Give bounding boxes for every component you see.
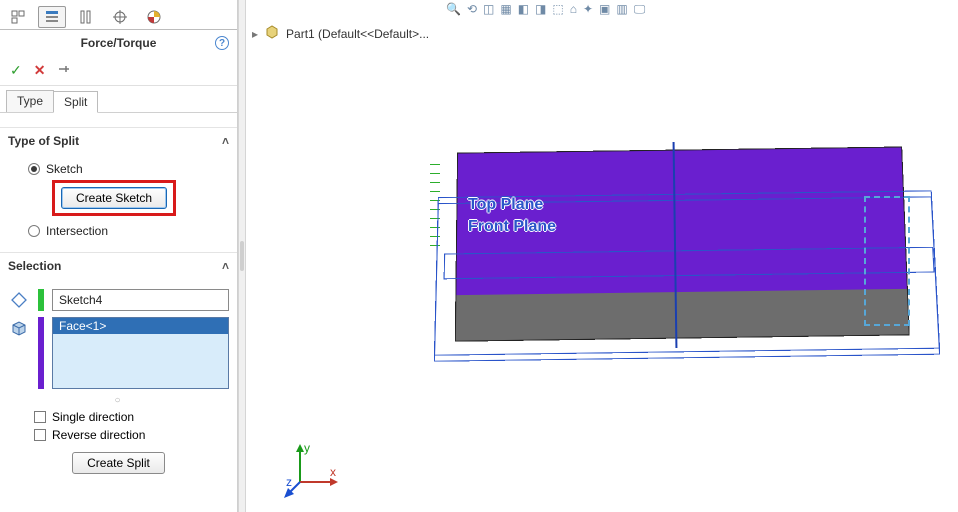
- view-tool-icon[interactable]: ▦: [500, 2, 511, 16]
- type-of-split-body: Sketch Create Sketch Intersection: [0, 154, 237, 252]
- breadcrumb-text[interactable]: Part1 (Default<<Default>...: [286, 27, 429, 41]
- part-icon: [264, 24, 280, 43]
- radio-intersection-label: Intersection: [46, 224, 108, 238]
- sketch-selection-input[interactable]: [52, 289, 229, 311]
- selection-dashed-box[interactable]: [864, 196, 910, 326]
- graphics-viewport[interactable]: 🔍 ⟲ ◫ ▦ ◧ ◨ ⬚ ⌂ ✦ ▣ ▥ 🖵 ▸ Part1 (Default…: [246, 0, 958, 512]
- appearance-icon[interactable]: [140, 6, 168, 28]
- pin-button[interactable]: [57, 62, 71, 79]
- view-tool-icon[interactable]: ⬚: [552, 2, 563, 16]
- face-selection-row: Face<1>: [8, 317, 229, 389]
- type-of-split-header[interactable]: Type of Split ˄: [0, 127, 237, 154]
- single-direction-row[interactable]: Single direction: [34, 410, 229, 424]
- view-tool-icon[interactable]: ◫: [483, 2, 494, 16]
- view-tool-icon[interactable]: 🔍: [446, 2, 461, 16]
- confirm-row: ✓ ✕: [0, 56, 237, 86]
- face-selection-list[interactable]: Face<1>: [52, 317, 229, 389]
- single-direction-label: Single direction: [52, 410, 134, 424]
- reverse-direction-row[interactable]: Reverse direction: [34, 428, 229, 442]
- view-tool-icon[interactable]: ⟲: [467, 2, 477, 16]
- face-list-item[interactable]: Face<1>: [53, 318, 228, 334]
- property-manager-icon[interactable]: [38, 6, 66, 28]
- sub-tab-row: Type Split: [0, 86, 237, 113]
- ok-button[interactable]: ✓: [10, 62, 22, 79]
- model-view[interactable]: Top Plane Front Plane: [436, 140, 926, 360]
- property-panel: Force/Torque ? ✓ ✕ Type Split Type of Sp…: [0, 0, 238, 512]
- help-button[interactable]: ?: [215, 36, 229, 50]
- top-plane-label[interactable]: Top Plane: [468, 196, 543, 214]
- triad-x-label: x: [330, 465, 336, 479]
- triad-y-label: y: [304, 441, 310, 455]
- panel-title-bar: Force/Torque ?: [0, 30, 237, 56]
- view-tool-icon[interactable]: ✦: [583, 2, 593, 16]
- tab-type[interactable]: Type: [6, 90, 54, 112]
- resize-grip-icon[interactable]: ○: [8, 395, 229, 406]
- selection-body: Face<1> ○ Single direction Reverse direc…: [0, 279, 237, 490]
- front-plane-label[interactable]: Front Plane: [468, 218, 556, 236]
- type-of-split-label: Type of Split: [8, 134, 79, 148]
- sketch-selection-row: [8, 289, 229, 311]
- cancel-button[interactable]: ✕: [34, 62, 46, 79]
- configuration-manager-icon[interactable]: [72, 6, 100, 28]
- view-tool-icon[interactable]: ▥: [616, 2, 627, 16]
- selection-header[interactable]: Selection ˄: [0, 252, 237, 279]
- face-color-bar: [38, 317, 44, 389]
- view-tool-icon[interactable]: ◧: [518, 2, 529, 16]
- view-tool-icon[interactable]: ◨: [535, 2, 546, 16]
- radio-sketch-label: Sketch: [46, 162, 83, 176]
- panel-splitter[interactable]: [238, 0, 246, 512]
- create-sketch-highlight: Create Sketch: [52, 180, 176, 216]
- panel-title: Force/Torque: [81, 36, 157, 50]
- sketch-selection-icon: [8, 289, 30, 309]
- view-tool-icon[interactable]: 🖵: [634, 2, 646, 17]
- panel-tab-strip: [0, 0, 237, 30]
- view-tool-icon[interactable]: ⌂: [570, 2, 577, 16]
- triad-z-label: z: [286, 475, 292, 489]
- dimxpert-icon[interactable]: [106, 6, 134, 28]
- view-toolbar: 🔍 ⟲ ◫ ▦ ◧ ◨ ⬚ ⌂ ✦ ▣ ▥ 🖵: [446, 0, 948, 18]
- orientation-triad[interactable]: x y z: [282, 440, 342, 500]
- create-sketch-button[interactable]: Create Sketch: [61, 187, 167, 209]
- breadcrumb-expand-icon[interactable]: ▸: [252, 27, 258, 41]
- single-direction-checkbox[interactable]: [34, 411, 46, 423]
- feature-tree-icon[interactable]: [4, 6, 32, 28]
- selection-label: Selection: [8, 259, 61, 273]
- tab-split[interactable]: Split: [53, 91, 98, 113]
- view-tool-icon[interactable]: ▣: [599, 2, 610, 16]
- reverse-direction-label: Reverse direction: [52, 428, 145, 442]
- sketch-color-bar: [38, 289, 44, 311]
- reverse-direction-checkbox[interactable]: [34, 429, 46, 441]
- chevron-up-icon: ˄: [222, 134, 229, 148]
- create-split-button[interactable]: Create Split: [72, 452, 165, 474]
- radio-sketch-input[interactable]: [28, 163, 40, 175]
- radio-intersection-input[interactable]: [28, 225, 40, 237]
- face-selection-icon: [8, 317, 30, 389]
- chevron-up-icon: ˄: [222, 259, 229, 273]
- breadcrumb[interactable]: ▸ Part1 (Default<<Default>...: [252, 24, 429, 43]
- radio-sketch[interactable]: Sketch: [28, 162, 229, 176]
- radio-intersection[interactable]: Intersection: [28, 224, 229, 238]
